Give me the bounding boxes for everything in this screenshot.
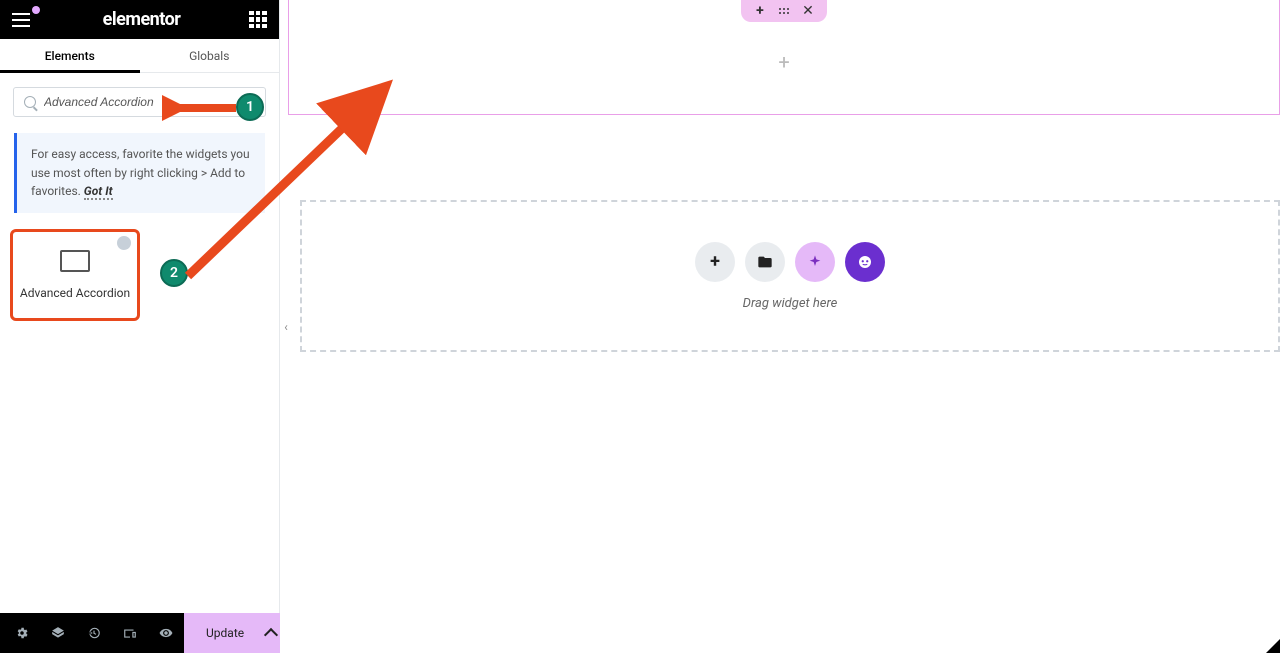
layers-icon xyxy=(51,626,65,640)
add-section-button[interactable]: + xyxy=(695,242,735,282)
sparkle-icon xyxy=(807,254,823,270)
section-close-button[interactable]: ✕ xyxy=(801,4,815,18)
gear-icon xyxy=(15,626,29,640)
annotation-marker-2: 2 xyxy=(160,259,188,287)
drag-dots-icon xyxy=(779,8,789,14)
selected-section[interactable]: + ✕ + xyxy=(288,0,1280,115)
footer-tools xyxy=(0,613,184,653)
annotation-marker-1: 1 xyxy=(236,93,264,121)
chevron-up-icon[interactable] xyxy=(264,628,278,642)
accordion-icon xyxy=(60,250,90,272)
dropzone-actions: + xyxy=(695,242,885,282)
template-library-button[interactable] xyxy=(745,242,785,282)
sidebar-header: elementor xyxy=(0,0,279,39)
tab-elements[interactable]: Elements xyxy=(0,39,140,72)
section-drag-handle[interactable] xyxy=(777,4,791,18)
folder-icon xyxy=(757,254,773,270)
brand-logo: elementor xyxy=(103,9,181,30)
navigator-button[interactable] xyxy=(40,613,76,653)
resize-notch-icon xyxy=(1266,639,1280,653)
history-icon xyxy=(87,626,101,640)
widget-pro-badge-icon xyxy=(117,236,131,250)
sidebar-footer: Update xyxy=(0,613,279,653)
update-button[interactable]: Update xyxy=(184,613,290,653)
panel-tabs: Elements Globals xyxy=(0,39,279,73)
add-widget-placeholder[interactable]: + xyxy=(778,50,789,74)
preview-button[interactable] xyxy=(148,613,184,653)
editor-canvas: ‹ + ✕ + + xyxy=(280,0,1280,653)
section-handle[interactable]: + ✕ xyxy=(741,0,827,22)
widget-advanced-accordion[interactable]: Advanced Accordion xyxy=(10,229,140,321)
ai-button[interactable] xyxy=(795,242,835,282)
menu-button[interactable] xyxy=(12,9,34,31)
tab-globals[interactable]: Globals xyxy=(140,39,280,72)
search-field[interactable] xyxy=(13,87,266,117)
robot-icon xyxy=(856,253,874,271)
new-section-dropzone[interactable]: + Drag widget here xyxy=(300,200,1280,352)
tip-text: For easy access, favorite the widgets yo… xyxy=(31,147,250,198)
widget-label: Advanced Accordion xyxy=(20,286,130,300)
update-label: Update xyxy=(206,626,244,640)
search-input[interactable] xyxy=(44,95,255,109)
settings-button[interactable] xyxy=(4,613,40,653)
apps-grid-button[interactable] xyxy=(249,11,267,29)
widget-results: Advanced Accordion xyxy=(0,225,279,325)
assistant-button[interactable] xyxy=(845,242,885,282)
eye-icon xyxy=(159,626,173,640)
dropzone-hint: Drag widget here xyxy=(743,296,838,311)
notification-dot xyxy=(32,6,40,14)
history-button[interactable] xyxy=(76,613,112,653)
section-add-button[interactable]: + xyxy=(753,4,767,18)
collapse-sidebar-handle[interactable]: ‹ xyxy=(280,307,292,347)
responsive-button[interactable] xyxy=(112,613,148,653)
tip-gotit-link[interactable]: Got It xyxy=(84,184,113,200)
devices-icon xyxy=(123,626,137,640)
favorites-tip: For easy access, favorite the widgets yo… xyxy=(14,133,265,213)
search-icon xyxy=(24,96,36,108)
